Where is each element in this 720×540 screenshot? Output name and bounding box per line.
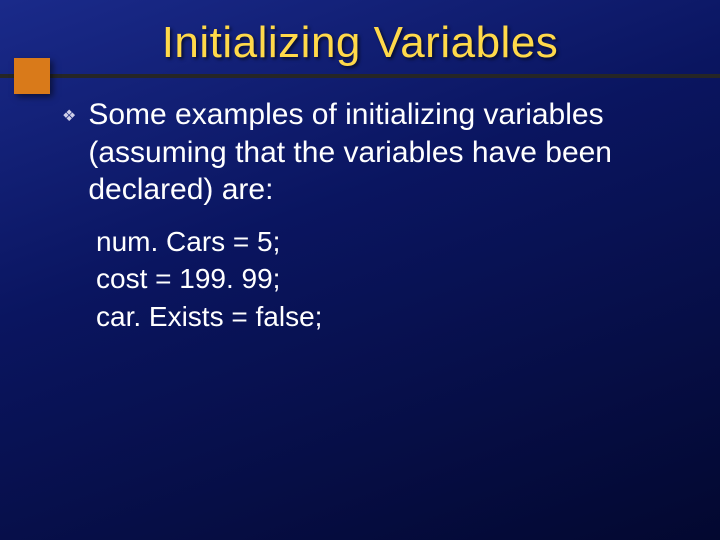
- slide-body: ❖ Some examples of initializing variable…: [62, 96, 680, 336]
- accent-square: [14, 58, 50, 94]
- slide-title: Initializing Variables: [0, 18, 720, 68]
- bullet-item: ❖ Some examples of initializing variable…: [62, 96, 680, 209]
- slide: Initializing Variables ❖ Some examples o…: [0, 0, 720, 540]
- example-list: num. Cars = 5; cost = 199. 99; car. Exis…: [96, 223, 680, 336]
- example-line: num. Cars = 5;: [96, 223, 680, 261]
- example-line: cost = 199. 99;: [96, 260, 680, 298]
- diamond-bullet-icon: ❖: [62, 106, 76, 126]
- title-underline: [0, 74, 720, 78]
- example-line: car. Exists = false;: [96, 298, 680, 336]
- bullet-text: Some examples of initializing variables …: [88, 96, 680, 209]
